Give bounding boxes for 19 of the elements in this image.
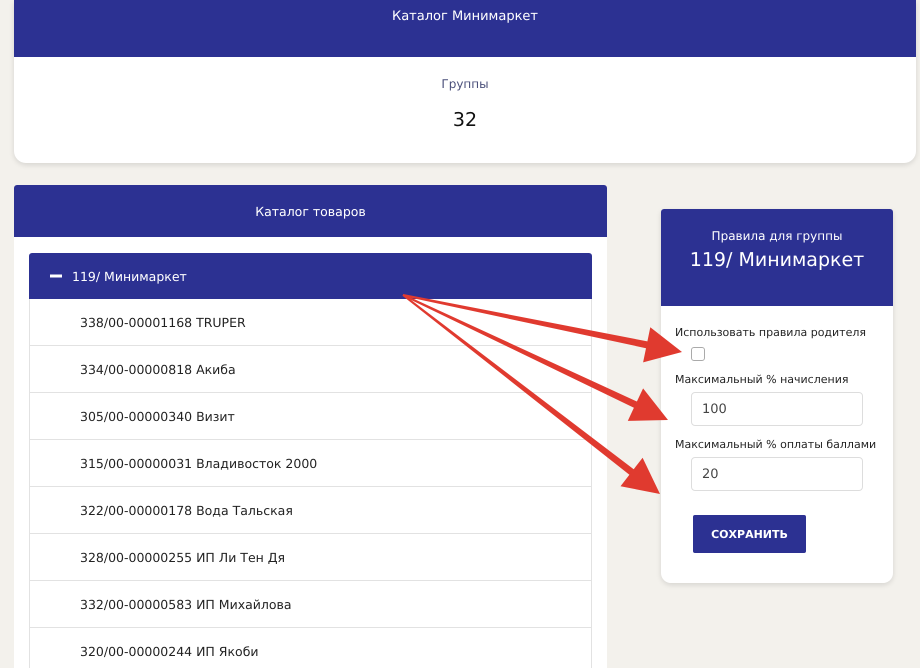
groups-label: Группы bbox=[441, 77, 489, 91]
field-label: Максимальный % начисления bbox=[675, 373, 850, 386]
rules-subtitle: Правила для группы bbox=[712, 229, 842, 243]
tree-item[interactable]: 322/00-00000178 Вода Тальская bbox=[29, 487, 592, 534]
field-label: Использовать правила родителя bbox=[675, 326, 868, 339]
catalog-title: Каталог Минимаркет bbox=[392, 9, 538, 26]
rules-title: 119/ Минимаркет bbox=[690, 249, 864, 271]
checkbox[interactable] bbox=[691, 347, 705, 361]
tree-item[interactable]: 328/00-00000255 ИП Ли Тен Дя bbox=[29, 534, 592, 581]
tree-item[interactable]: 332/00-00000583 ИП Михайлова bbox=[29, 581, 592, 628]
save-button[interactable]: СОХРАНИТЬ bbox=[693, 515, 806, 553]
tree-item[interactable]: 320/00-00000244 ИП Якоби bbox=[29, 628, 592, 668]
catalog-card-title: Каталог товаров bbox=[255, 204, 366, 218]
field-label: Максимальный % оплаты баллами bbox=[675, 438, 878, 451]
tree-group-item[interactable]: 119/ Минимаркет bbox=[29, 253, 592, 299]
groups-count: 32 bbox=[452, 109, 478, 131]
input-field[interactable]: 20 bbox=[691, 457, 863, 491]
tree-item[interactable]: 315/00-00000031 Владивосток 2000 bbox=[29, 440, 592, 487]
input-field[interactable]: 100 bbox=[691, 392, 863, 426]
